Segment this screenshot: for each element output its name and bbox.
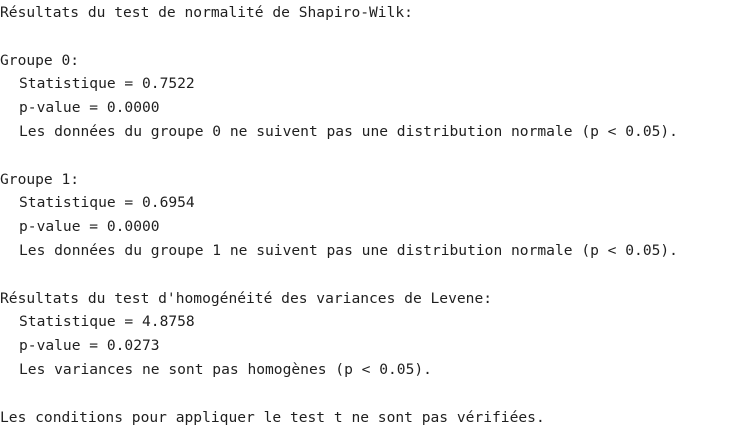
console-output: Résultats du test de normalité de Shapir… [0, 0, 755, 436]
group0-title: Groupe 0: [0, 51, 80, 69]
group0-conclusion: Les données du groupe 0 ne suivent pas u… [19, 122, 678, 140]
final-conclusion: Les conditions pour appliquer le test t … [0, 408, 545, 426]
group1-conclusion: Les données du groupe 1 ne suivent pas u… [19, 241, 678, 259]
shapiro-header: Résultats du test de normalité de Shapir… [0, 4, 413, 21]
levene-title: Résultats du test d'homogénéité des vari… [0, 289, 493, 307]
group0-pvalue: p-value = 0.0000 [19, 99, 160, 117]
group1-pvalue: p-value = 0.0000 [19, 218, 160, 236]
levene-pvalue: p-value = 0.0273 [19, 337, 160, 355]
group0-statistic: Statistique = 0.7522 [19, 75, 195, 93]
group1-title: Groupe 1: [0, 170, 80, 188]
group1-statistic: Statistique = 0.6954 [19, 194, 195, 212]
levene-statistic: Statistique = 4.8758 [19, 313, 195, 331]
levene-conclusion: Les variances ne sont pas homogènes (p <… [19, 360, 432, 378]
